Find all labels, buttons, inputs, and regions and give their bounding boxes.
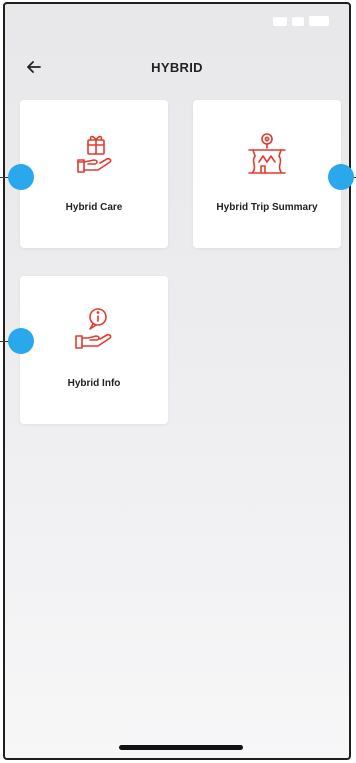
- home-indicator[interactable]: [119, 745, 243, 750]
- annotation-marker: [8, 164, 34, 190]
- hybrid-care-card[interactable]: Hybrid Care: [20, 100, 168, 248]
- wifi-icon: [292, 16, 304, 26]
- hybrid-info-card[interactable]: Hybrid Info: [20, 276, 168, 424]
- header: HYBRID: [5, 50, 349, 84]
- battery-icon: [309, 16, 329, 26]
- card-label: Hybrid Care: [65, 202, 123, 213]
- annotation-marker: [8, 328, 34, 354]
- hand-with-gift-icon: [77, 135, 112, 173]
- signal-icon: [273, 16, 287, 26]
- status-icons: [273, 16, 329, 26]
- hand-with-info-icon: [75, 308, 112, 349]
- hybrid-trip-summary-card[interactable]: Hybrid Trip Summary: [193, 100, 341, 248]
- route-pin-icon: [248, 133, 286, 174]
- page-title: HYBRID: [151, 60, 203, 75]
- card-label: Hybrid Info: [67, 378, 121, 389]
- status-bar: [5, 4, 349, 44]
- app-frame: HYBRID Hybrid Care Hybrid Trip Summary H…: [3, 2, 351, 760]
- annotation-marker: [328, 164, 354, 190]
- card-label: Hybrid Trip Summary: [216, 202, 318, 213]
